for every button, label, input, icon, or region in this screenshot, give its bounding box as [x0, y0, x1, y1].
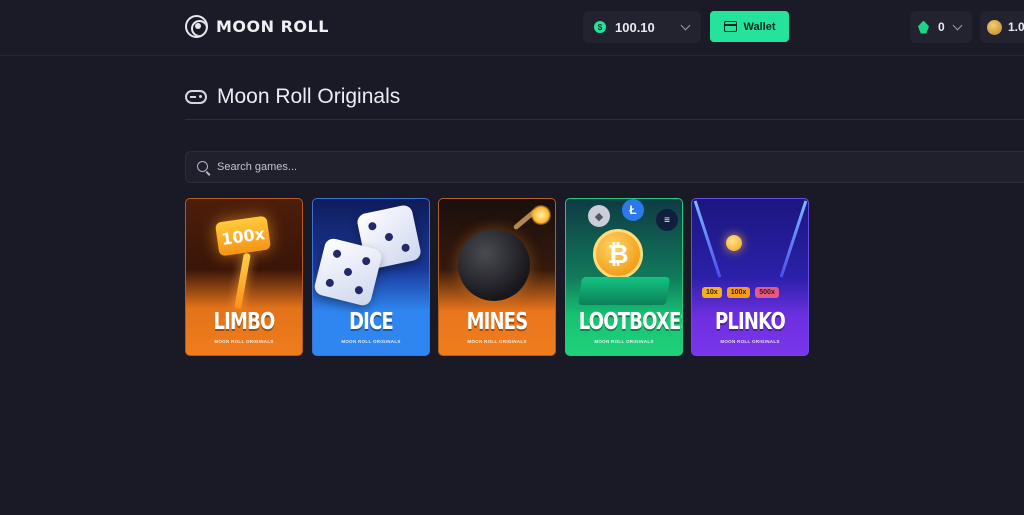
game-card-lootboxes[interactable]: ◆ Ł ≡ ₿ LOOTBOXES MOON ROLL ORIGINALS	[565, 198, 683, 356]
gems-count: 0	[938, 20, 945, 34]
spark-icon	[531, 205, 551, 225]
wallet-icon	[723, 21, 737, 32]
game-card-mines[interactable]: MINES MOON ROLL ORIGINALS	[438, 198, 556, 356]
currency-coin-icon: $	[594, 21, 606, 33]
game-subtitle: MOON ROLL ORIGINALS	[594, 339, 654, 344]
game-title: LIMBO	[213, 309, 276, 335]
game-title: MINES	[466, 309, 529, 335]
game-title: LOOTBOXES	[578, 309, 683, 335]
game-subtitle: MOON ROLL ORIGINALS	[467, 339, 527, 344]
multiplier-chip: 10x	[702, 287, 722, 298]
coins-selector[interactable]: 1.0	[980, 11, 1024, 43]
chevron-down-icon	[680, 20, 691, 31]
wallet-button-label: Wallet	[743, 20, 776, 33]
bomb-icon	[458, 229, 530, 301]
chevron-down-icon	[952, 20, 963, 31]
limbo-pole	[234, 252, 251, 310]
wallet-button[interactable]: Wallet	[710, 11, 789, 42]
solana-coin-icon: ≡	[656, 209, 678, 231]
balance-selector[interactable]: $ 100.10	[583, 11, 701, 43]
brand-name: MOON ROLL	[216, 17, 329, 36]
search-input[interactable]	[217, 152, 997, 182]
loot-box-icon	[578, 277, 670, 305]
game-card-dice[interactable]: DICE MOON ROLL ORIGINALS	[312, 198, 430, 356]
game-title: PLINKO	[715, 309, 786, 335]
limbo-multiplier-badge: 100x	[214, 215, 272, 257]
top-bar: MOON ROLL $ 100.10 Wallet 0 1.0	[0, 0, 1024, 56]
bitcoin-coin-icon: ₿	[593, 229, 643, 279]
page-title: Moon Roll Originals	[217, 85, 401, 108]
gold-coin-icon	[987, 19, 1002, 35]
game-card-plinko[interactable]: 10x 100x 500x PLINKO MOON ROLL ORIGINALS	[691, 198, 809, 356]
game-title: DICE	[349, 309, 394, 335]
multiplier-chip: 100x	[726, 287, 751, 298]
game-card-limbo[interactable]: 100x LIMBO MOON ROLL ORIGINALS	[185, 198, 303, 356]
gems-selector[interactable]: 0	[910, 11, 972, 43]
plinko-rail	[779, 200, 808, 278]
multiplier-chip: 500x	[755, 287, 779, 298]
die-icon	[313, 236, 384, 308]
balance-amount: 100.10	[615, 19, 655, 35]
plinko-multipliers: 10x 100x 500x	[702, 287, 779, 298]
section-header: Moon Roll Originals	[185, 85, 400, 109]
gem-icon	[918, 20, 929, 34]
coins-amount: 1.0	[1008, 20, 1024, 34]
game-subtitle: MOON ROLL ORIGINALS	[720, 339, 780, 344]
brand-logo[interactable]: MOON ROLL	[185, 15, 329, 38]
game-subtitle: MOON ROLL ORIGINALS	[214, 339, 274, 344]
search-bar	[185, 151, 1024, 183]
gamepad-icon	[185, 90, 207, 104]
plinko-ball-icon	[726, 235, 742, 251]
plinko-rail	[693, 200, 722, 278]
search-icon	[197, 161, 208, 172]
divider	[185, 119, 1024, 120]
ethereum-coin-icon: ◆	[588, 205, 610, 227]
game-subtitle: MOON ROLL ORIGINALS	[341, 339, 401, 344]
moon-logo-icon	[185, 15, 208, 38]
litecoin-coin-icon: Ł	[622, 199, 644, 221]
